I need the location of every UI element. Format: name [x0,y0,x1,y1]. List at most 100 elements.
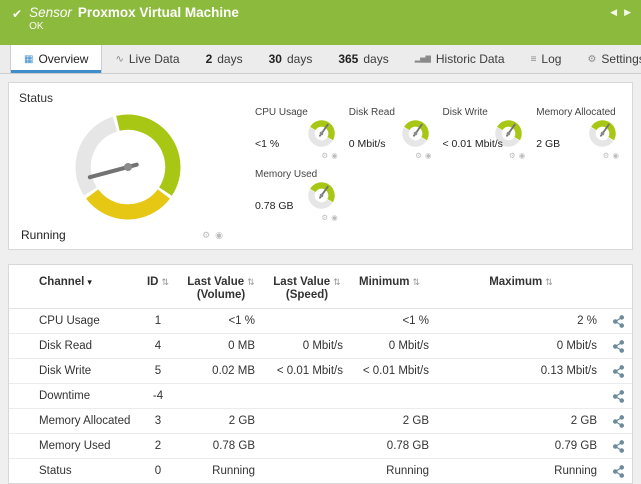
gauge-settings-icon[interactable]: ⚙ [603,151,610,160]
channel-table: Channel▾ ID⇅ Last Value⇅ (Volume) Last V… [9,267,632,483]
table-row: Memory Allocated 3 2 GB 2 GB 2 GB [9,409,632,434]
sort-icon: ⇅ [333,277,341,287]
gauge-settings-icon[interactable]: ⚙ [202,230,210,240]
tab-overview[interactable]: ▦ Overview [10,45,102,73]
mini-gauge-label: Disk Write [443,107,525,118]
prev-sensor-arrow-icon[interactable]: ◀ [610,7,617,17]
channel-settings-icon[interactable] [612,315,625,328]
cell-minimum: 0 Mbit/s [351,334,437,359]
tab-label: Settings [601,52,641,66]
channel-settings-icon[interactable] [612,390,625,403]
cell-last-value-volume: 0.02 MB [179,359,263,384]
cell-last-value-speed [263,409,351,434]
column-label: Last Value [187,276,244,288]
settings-gear-icon: ⚙ [587,54,596,65]
mini-gauge-label: Memory Allocated [536,107,618,118]
sort-icon: ⇅ [161,277,169,287]
column-header-channel[interactable]: Channel▾ [9,267,137,309]
channel-settings-icon[interactable] [612,340,625,353]
column-header-last-value-speed[interactable]: Last Value⇅ (Speed) [263,267,351,309]
tab-historic-data[interactable]: ▂▅▇ Historic Data [402,45,518,73]
table-header-row: Channel▾ ID⇅ Last Value⇅ (Volume) Last V… [9,267,632,309]
column-header-id[interactable]: ID⇅ [137,267,179,309]
cell-maximum: 0.79 GB [437,434,605,459]
table-row: CPU Usage 1 <1 % <1 % 2 % [9,309,632,334]
column-header-maximum[interactable]: Maximum⇅ [437,267,605,309]
gauge-pin-icon[interactable]: ◉ [519,151,526,160]
column-label: Minimum [359,276,409,288]
cell-id: 5 [137,359,179,384]
channel-settings-icon[interactable] [612,415,625,428]
sort-icon: ⇅ [247,277,255,287]
tab-label: Historic Data [436,52,505,66]
cell-last-value-speed [263,459,351,484]
tab-30-days[interactable]: 30 days [256,45,326,73]
cell-last-value-volume: 2 GB [179,409,263,434]
cell-last-value-volume [179,384,263,409]
tab-2-days[interactable]: 2 days [193,45,256,73]
gauge-pin-icon[interactable]: ◉ [331,151,338,160]
cell-channel: Disk Read [9,334,137,359]
status-gauge [67,106,189,228]
mini-gauge-value: <1 % [255,138,279,150]
cell-channel: Status [9,459,137,484]
gauge-pin-icon[interactable]: ◉ [215,230,223,240]
table-row: Disk Read 4 0 MB 0 Mbit/s 0 Mbit/s 0 Mbi… [9,334,632,359]
cell-id: 0 [137,459,179,484]
channel-settings-icon[interactable] [612,440,625,453]
sensor-header: ✔ SensorProxmox Virtual Machine OK ◀▶ [0,0,641,45]
channel-table-panel: Channel▾ ID⇅ Last Value⇅ (Volume) Last V… [8,264,633,484]
cell-minimum: 0.78 GB [351,434,437,459]
overview-icon: ▦ [24,54,33,65]
mini-gauge-cell-disk-read: Disk Read 0 Mbit/s ⚙◉ [345,105,435,167]
table-row: Downtime -4 [9,384,632,409]
cell-id: 4 [137,334,179,359]
gauge-settings-icon[interactable]: ⚙ [509,151,516,160]
cell-minimum [351,384,437,409]
table-row: Memory Used 2 0.78 GB 0.78 GB 0.79 GB [9,434,632,459]
gauge-pin-icon[interactable]: ◉ [425,151,432,160]
tab-label: 365 [338,52,358,66]
cell-minimum: Running [351,459,437,484]
cell-channel: Memory Used [9,434,137,459]
column-label: ID [147,276,159,288]
sensor-pager: ◀▶ [603,7,631,18]
historic-data-icon: ▂▅▇ [415,55,431,63]
cell-maximum: 2 % [437,309,605,334]
column-header-minimum[interactable]: Minimum⇅ [351,267,437,309]
mini-gauge-value: 0.78 GB [255,200,294,212]
cell-last-value-speed [263,434,351,459]
cell-id: 3 [137,409,179,434]
sensor-overview-page: ✔ SensorProxmox Virtual Machine OK ◀▶ ▦ … [0,0,641,484]
tab-live-data[interactable]: ∿ Live Data [102,45,192,73]
sort-icon: ⇅ [412,277,420,287]
cell-channel: Disk Write [9,359,137,384]
tab-365-days[interactable]: 365 days [325,45,401,73]
tab-log[interactable]: ≡ Log [518,45,575,73]
gauge-settings-icon[interactable]: ⚙ [415,151,422,160]
tab-settings[interactable]: ⚙ Settings [574,45,641,73]
cell-actions [605,309,632,334]
channel-settings-icon[interactable] [612,465,625,478]
gauge-pin-icon[interactable]: ◉ [612,151,619,160]
mini-gauge [305,180,338,211]
column-header-actions [605,267,632,309]
next-sensor-arrow-icon[interactable]: ▶ [624,7,631,17]
sort-icon: ⇅ [545,277,553,287]
mini-gauge [305,118,338,149]
cell-last-value-volume: Running [179,459,263,484]
gauge-pin-icon[interactable]: ◉ [331,213,338,222]
mini-gauge-value: 0 Mbit/s [349,138,386,150]
cell-actions [605,434,632,459]
column-header-last-value-volume[interactable]: Last Value⇅ (Volume) [179,267,263,309]
cell-maximum: 0.13 Mbit/s [437,359,605,384]
channel-settings-icon[interactable] [612,365,625,378]
mini-gauge-value: < 0.01 Mbit/s [443,138,503,150]
sensor-title: Proxmox Virtual Machine [78,5,239,20]
column-label: (Volume) [187,289,255,302]
gauge-settings-icon[interactable]: ⚙ [321,151,328,160]
mini-gauge-cell-cpu-usage: CPU Usage <1 % ⚙◉ [251,105,341,167]
gauge-settings-icon[interactable]: ⚙ [321,213,328,222]
cell-last-value-speed: < 0.01 Mbit/s [263,359,351,384]
cell-actions [605,334,632,359]
